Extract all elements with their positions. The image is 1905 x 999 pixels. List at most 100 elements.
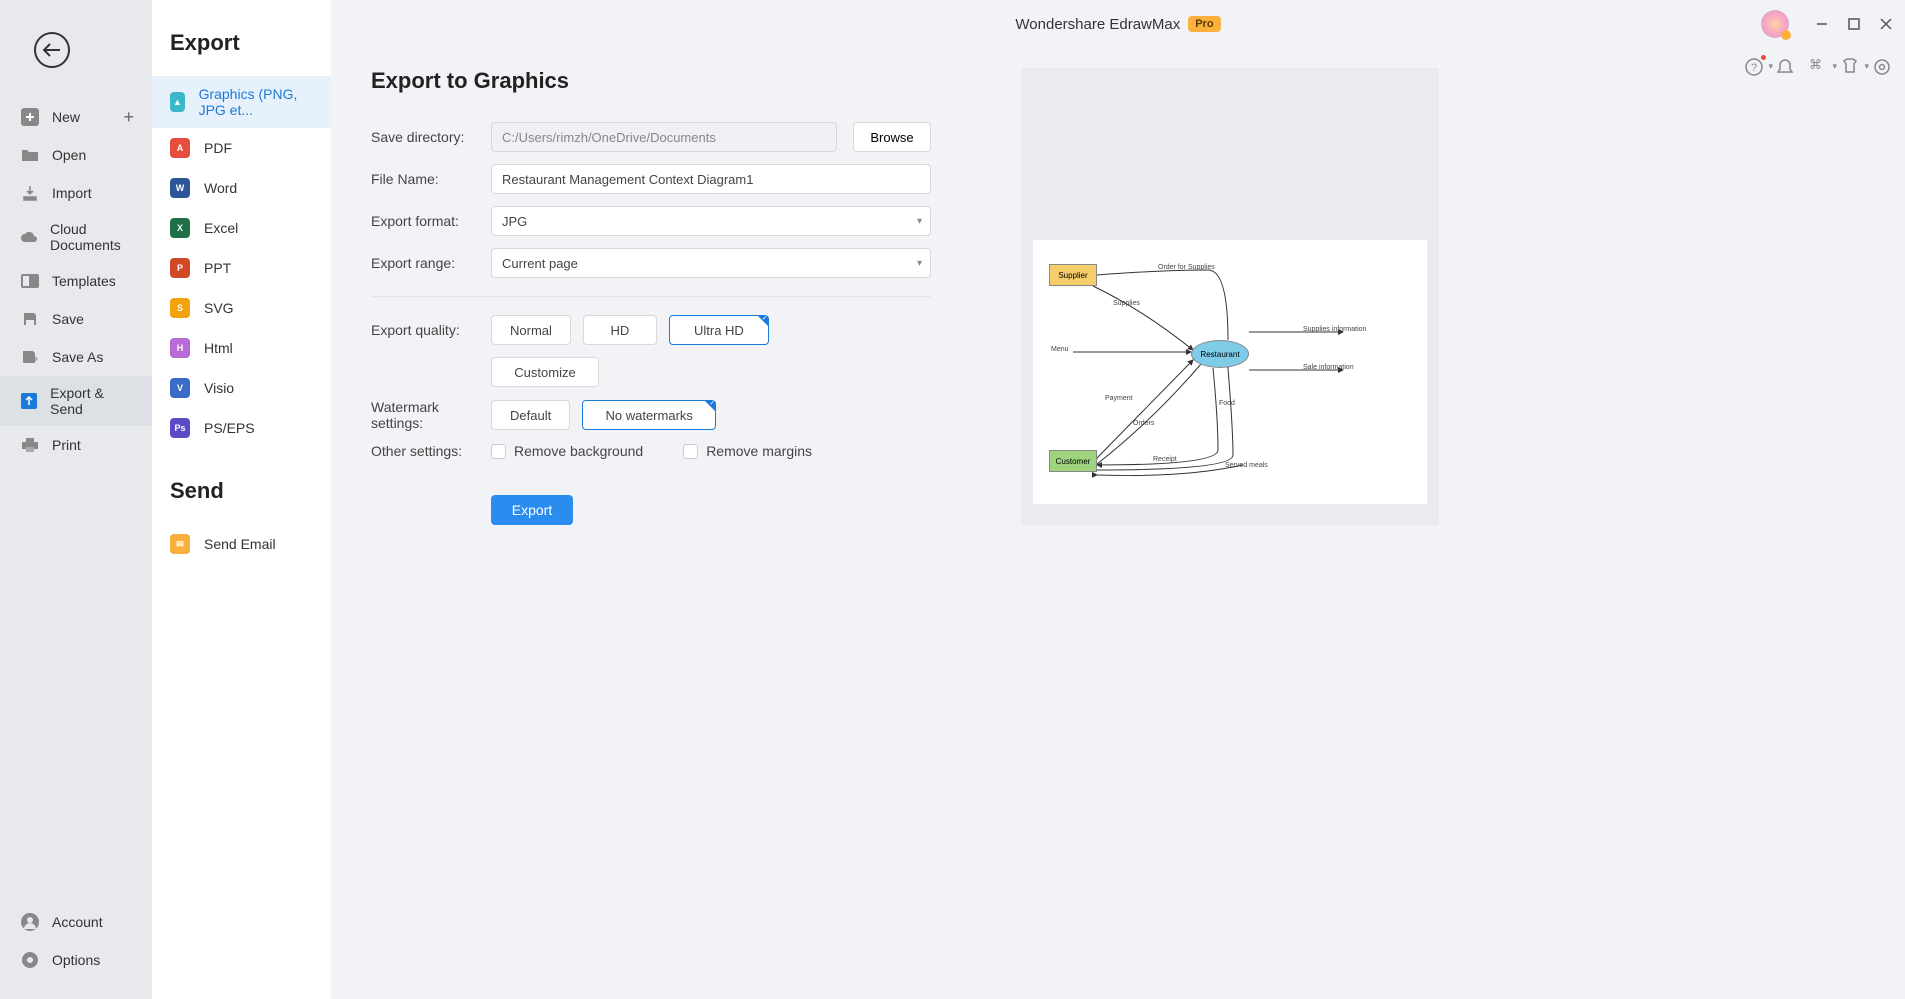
keyboard-icon[interactable]: ⌘▾ <box>1809 58 1827 76</box>
preview-canvas: Supplier Restaurant Customer Order for S… <box>1033 240 1427 504</box>
file-name-input[interactable] <box>491 164 931 194</box>
maximize-icon[interactable] <box>1847 17 1861 31</box>
export-icon <box>20 391 38 411</box>
add-icon[interactable]: + <box>123 107 134 128</box>
divider <box>371 296 931 297</box>
format-send-email[interactable]: ✉ Send Email <box>152 524 331 564</box>
nav-account[interactable]: Account <box>0 903 152 941</box>
html-icon: H <box>170 338 190 358</box>
watermark-label: Watermark settings: <box>371 399 491 431</box>
other-label: Other settings: <box>371 443 491 459</box>
pro-badge: Pro <box>1188 16 1220 32</box>
range-label: Export range: <box>371 255 491 271</box>
templates-icon <box>20 271 40 291</box>
watermark-none[interactable]: No watermarks <box>582 400 716 430</box>
pdf-icon: A <box>170 138 190 158</box>
range-select[interactable]: Current page <box>491 248 931 278</box>
save-dir-input[interactable] <box>491 122 837 152</box>
nav-open[interactable]: Open <box>0 136 152 174</box>
nav-options[interactable]: Options <box>0 941 152 979</box>
preview-panel: Supplier Restaurant Customer Order for S… <box>1021 68 1439 525</box>
edge-label: Supplies information <box>1303 326 1366 333</box>
checkbox-icon <box>683 444 698 459</box>
nav-import[interactable]: Import <box>0 174 152 212</box>
quality-ultra[interactable]: Ultra HD <box>669 315 769 345</box>
plus-square-icon <box>20 107 40 127</box>
nav-save[interactable]: Save <box>0 300 152 338</box>
format-ps[interactable]: Ps PS/EPS <box>152 408 331 448</box>
format-label: SVG <box>204 300 234 316</box>
format-pdf[interactable]: A PDF <box>152 128 331 168</box>
format-select[interactable]: JPG <box>491 206 931 236</box>
import-icon <box>20 183 40 203</box>
diagram-restaurant: Restaurant <box>1191 340 1249 368</box>
nav-new[interactable]: New + <box>0 98 152 136</box>
titlebar: Wondershare EdrawMax Pro <box>331 0 1905 48</box>
visio-icon: V <box>170 378 190 398</box>
nav-print[interactable]: Print <box>0 426 152 464</box>
quality-customize[interactable]: Customize <box>491 357 599 387</box>
close-icon[interactable] <box>1879 17 1893 31</box>
format-label: PPT <box>204 260 231 276</box>
nav-label: Options <box>52 952 100 968</box>
nav-cloud[interactable]: Cloud Documents <box>0 212 152 262</box>
save-as-icon <box>20 347 40 367</box>
watermark-default[interactable]: Default <box>491 400 570 430</box>
format-html[interactable]: H Html <box>152 328 331 368</box>
gear-icon <box>20 950 40 970</box>
format-label: Send Email <box>204 536 276 552</box>
svg-text:⌘: ⌘ <box>1809 58 1822 72</box>
quality-label: Export quality: <box>371 322 491 338</box>
tshirt-icon[interactable]: ▾ <box>1841 58 1859 76</box>
format-excel[interactable]: X Excel <box>152 208 331 248</box>
browse-button[interactable]: Browse <box>853 122 931 152</box>
format-label: PDF <box>204 140 232 156</box>
export-section-title: Export <box>152 20 331 76</box>
nav-label: Export & Send <box>50 385 132 417</box>
send-section-title: Send <box>152 468 331 524</box>
nav-export-send[interactable]: Export & Send <box>0 376 152 426</box>
folder-icon <box>20 145 40 165</box>
nav-label: Print <box>52 437 81 453</box>
remove-margins-checkbox[interactable]: Remove margins <box>683 443 812 459</box>
cloud-icon <box>20 227 38 247</box>
user-icon <box>20 912 40 932</box>
quality-normal[interactable]: Normal <box>491 315 571 345</box>
help-icon[interactable]: ?▾ <box>1745 58 1763 76</box>
back-button[interactable] <box>34 32 70 68</box>
nav-label: Save As <box>52 349 103 365</box>
settings-icon[interactable] <box>1873 58 1891 76</box>
nav-label: Templates <box>52 273 116 289</box>
edge-label: Receipt <box>1153 456 1177 463</box>
format-ppt[interactable]: P PPT <box>152 248 331 288</box>
excel-icon: X <box>170 218 190 238</box>
format-word[interactable]: W Word <box>152 168 331 208</box>
bell-icon[interactable] <box>1777 58 1795 76</box>
page-title: Export to Graphics <box>371 68 931 94</box>
nav-label: Open <box>52 147 86 163</box>
format-label: Export format: <box>371 213 491 229</box>
nav-templates[interactable]: Templates <box>0 262 152 300</box>
export-button[interactable]: Export <box>491 495 573 525</box>
minimize-icon[interactable] <box>1815 17 1829 31</box>
format-graphics[interactable]: ▲ Graphics (PNG, JPG et... <box>152 76 331 128</box>
format-svg[interactable]: S SVG <box>152 288 331 328</box>
nav-save-as[interactable]: Save As <box>0 338 152 376</box>
nav-label: Import <box>52 185 92 201</box>
svg-icon: S <box>170 298 190 318</box>
ppt-icon: P <box>170 258 190 278</box>
svg-text:?: ? <box>1751 62 1757 74</box>
avatar[interactable] <box>1761 10 1789 38</box>
format-label: Visio <box>204 380 234 396</box>
format-label: Graphics (PNG, JPG et... <box>199 86 313 118</box>
image-icon: ▲ <box>170 92 185 112</box>
quality-hd[interactable]: HD <box>583 315 657 345</box>
ps-icon: Ps <box>170 418 190 438</box>
remove-bg-checkbox[interactable]: Remove background <box>491 443 643 459</box>
nav-label: Save <box>52 311 84 327</box>
edge-label: Food <box>1219 400 1235 407</box>
diagram-customer: Customer <box>1049 450 1097 472</box>
format-visio[interactable]: V Visio <box>152 368 331 408</box>
format-label: Html <box>204 340 233 356</box>
word-icon: W <box>170 178 190 198</box>
